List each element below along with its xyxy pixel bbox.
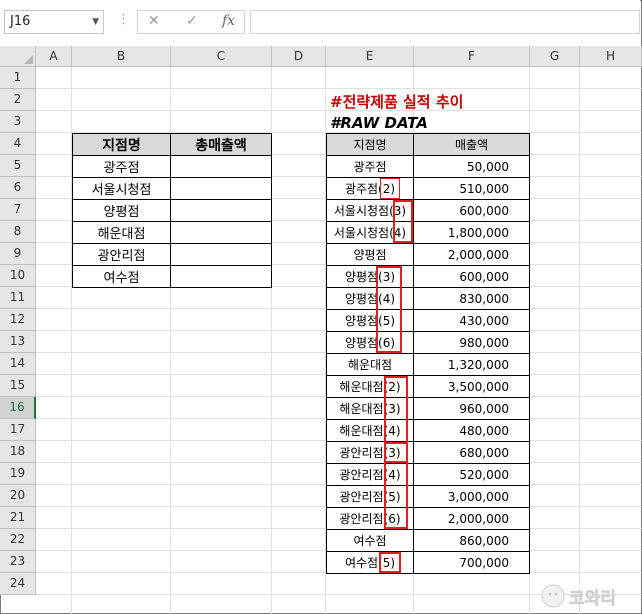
raw-amount-cell[interactable]: 600,000 [413,199,530,222]
chevron-down-icon[interactable]: ▼ [92,11,99,33]
row-header-23[interactable]: 23 [0,551,36,573]
row-header-6[interactable]: 6 [0,177,36,199]
row-header-10[interactable]: 10 [0,265,36,287]
row-header-18[interactable]: 18 [0,441,36,463]
raw-amount-cell[interactable]: 1,800,000 [413,221,530,244]
excel-window [0,0,642,614]
korwari-logo: 코와리 [541,584,616,609]
row-header-11[interactable]: 11 [0,287,36,309]
name-box-value: J16 [10,14,31,29]
row-header-21[interactable]: 21 [0,507,36,529]
raw-amount-cell[interactable]: 480,000 [413,419,530,442]
row-header-5[interactable]: 5 [0,155,36,177]
row-header-14[interactable]: 14 [0,353,36,375]
name-box[interactable]: J16 ▼ [4,10,104,34]
row-header-20[interactable]: 20 [0,485,36,507]
raw-branch-cell[interactable]: 해운대점 [326,353,414,376]
raw-amount-cell[interactable]: 50,000 [413,155,530,178]
row-header-3[interactable]: 3 [0,111,36,133]
column-header-A[interactable]: A [36,46,72,67]
column-header-B[interactable]: B [72,46,171,67]
row-header-1[interactable]: 1 [0,67,36,89]
summary-total-cell[interactable] [170,265,272,288]
summary-total-cell[interactable] [170,221,272,244]
raw-amount-cell[interactable]: 520,000 [413,463,530,486]
raw-branch-cell[interactable]: 여수점 [326,529,414,552]
summary-branch-cell[interactable]: 광안리점 [72,243,171,266]
raw-branch-cell[interactable]: 양평점 [326,243,414,266]
row-header-4[interactable]: 4 [0,133,36,155]
raw-amount-cell[interactable]: 860,000 [413,529,530,552]
watermark-text: 코와리 [569,589,616,609]
highlight-box [384,442,408,529]
raw-amount-cell[interactable]: 830,000 [413,287,530,310]
raw-branch-cell[interactable]: 광주점(2) [326,177,414,200]
sheet-title: #전략제품 실적 추이 [330,93,464,111]
raw-amount-cell[interactable]: 3,500,000 [413,375,530,398]
enter-icon[interactable]: ✓ [186,13,198,29]
row-header-2[interactable]: 2 [0,89,36,111]
row-header-24[interactable]: 24 [0,573,36,595]
row-header-17[interactable]: 17 [0,419,36,441]
raw-amount-cell[interactable]: 1,320,000 [413,353,530,376]
row-header-8[interactable]: 8 [0,221,36,243]
summary-total-cell[interactable] [170,155,272,178]
formula-input[interactable] [250,10,640,34]
raw-amount-cell[interactable]: 2,000,000 [413,243,530,266]
highlight-box [380,178,400,199]
column-header-C[interactable]: C [171,46,272,67]
raw-amount-cell[interactable]: 600,000 [413,265,530,288]
raw-branch-cell[interactable]: 광주점 [326,155,414,178]
summary-header-cell[interactable]: 지점명 [72,133,171,156]
grid-line [579,67,580,614]
summary-header-cell[interactable]: 총매출액 [170,133,272,156]
column-header-F[interactable]: F [414,46,530,67]
row-header-16[interactable]: 16 [0,397,36,419]
raw-amount-cell[interactable]: 680,000 [413,441,530,464]
raw-amount-cell[interactable]: 700,000 [413,551,530,574]
summary-branch-cell[interactable]: 여수점 [72,265,171,288]
raw-header-cell[interactable]: 지점명 [326,133,414,156]
raw-header-cell[interactable]: 매출액 [413,133,530,156]
more-options-icon[interactable]: ⋮ [117,12,130,27]
raw-amount-cell[interactable]: 430,000 [413,309,530,332]
insert-function-icon[interactable]: fx [222,13,235,29]
column-header-D[interactable]: D [272,46,326,67]
highlight-box [379,552,401,573]
raw-amount-cell[interactable]: 2,000,000 [413,507,530,530]
formula-controls: ✕ ✓ fx [137,10,245,34]
raw-amount-cell[interactable]: 980,000 [413,331,530,354]
highlight-box [376,266,402,353]
raw-amount-cell[interactable]: 3,000,000 [413,485,530,508]
row-header-19[interactable]: 19 [0,463,36,485]
column-header-G[interactable]: G [530,46,580,67]
summary-total-cell[interactable] [170,199,272,222]
row-header-13[interactable]: 13 [0,331,36,353]
row-header-9[interactable]: 9 [0,243,36,265]
summary-branch-cell[interactable]: 광주점 [72,155,171,178]
column-header-E[interactable]: E [326,46,414,67]
raw-amount-cell[interactable]: 510,000 [413,177,530,200]
cancel-icon[interactable]: ✕ [148,13,160,29]
row-header-22[interactable]: 22 [0,529,36,551]
row-header-12[interactable]: 12 [0,309,36,331]
grid-line [36,88,642,89]
summary-total-cell[interactable] [170,177,272,200]
summary-branch-cell[interactable]: 양평점 [72,199,171,222]
summary-branch-cell[interactable]: 서울시청점 [72,177,171,200]
formula-bar: J16 ▼ ⋮ ✕ ✓ fx [0,0,640,46]
row-header-7[interactable]: 7 [0,199,36,221]
summary-total-cell[interactable] [170,243,272,266]
summary-branch-cell[interactable]: 해운대점 [72,221,171,244]
column-header-H[interactable]: H [580,46,642,67]
raw-amount-cell[interactable]: 960,000 [413,397,530,420]
raw-data-label: #RAW DATA [330,114,428,132]
row-header-15[interactable]: 15 [0,375,36,397]
highlight-box [393,200,413,243]
select-all-button[interactable] [0,46,36,67]
